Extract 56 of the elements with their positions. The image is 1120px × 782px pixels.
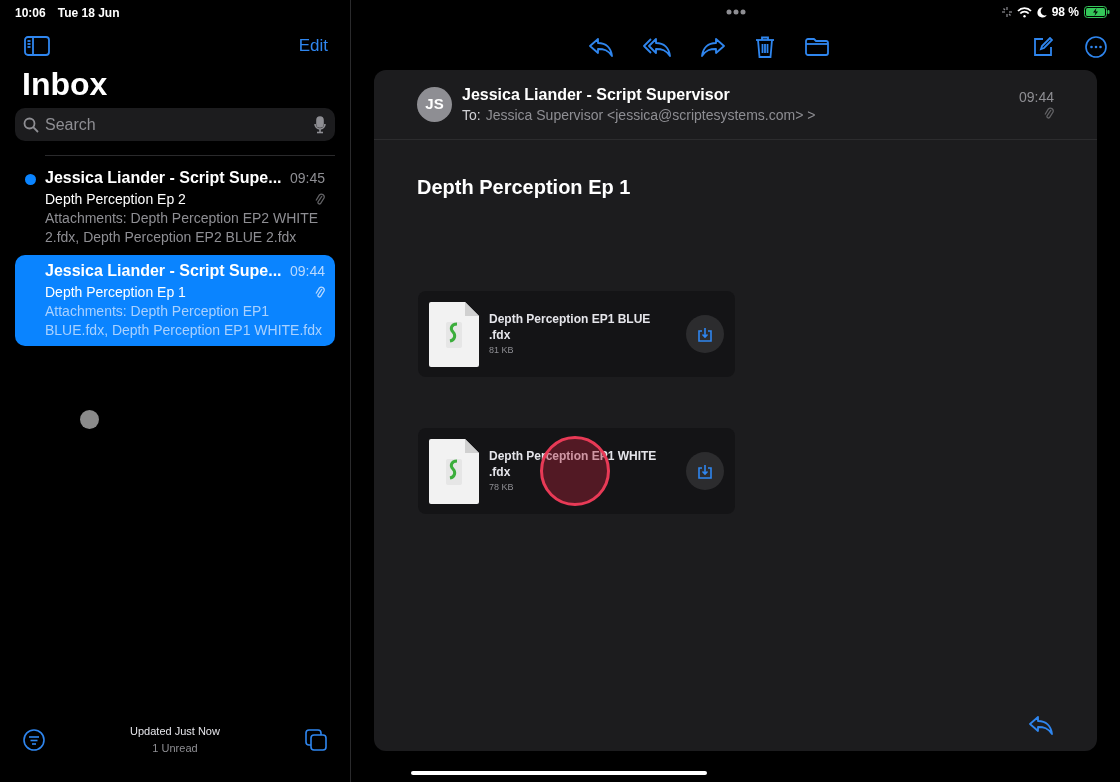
folder-icon[interactable] — [804, 37, 829, 56]
reply-icon[interactable] — [588, 36, 613, 57]
message-subject: Depth Perception Ep 1 — [45, 283, 186, 302]
document-icon — [429, 438, 479, 504]
forward-icon[interactable] — [700, 36, 725, 57]
unread-count: 1 Unread — [152, 740, 198, 756]
microphone-icon[interactable] — [314, 116, 326, 134]
sender-name: Jessica Liander - Script Supervisor — [462, 85, 731, 105]
touch-indicator — [80, 410, 99, 429]
filter-icon[interactable] — [23, 728, 45, 751]
more-options-icon[interactable] — [1085, 35, 1107, 58]
message-row[interactable]: Jessica Liander - Script Supe... 09:44 Depth Perception Ep 1 Attachments: Depth Perception EP1 BLUE.fdx, Depth Perception EP1 WHITE.fdx — [15, 255, 335, 346]
edit-button[interactable]: Edit — [298, 33, 328, 59]
battery-charging-icon — [1084, 6, 1110, 18]
paperclip-icon — [1044, 107, 1054, 120]
to-label: To: — [462, 106, 481, 125]
paperclip-icon — [315, 285, 325, 299]
message-preview: Attachments: Depth Perception EP2 WHITE 2.fdx, Depth Perception EP2 BLUE 2.fdx — [45, 209, 320, 247]
moon-icon — [1036, 6, 1047, 18]
recipient-address[interactable]: Jessica Supervisor <jessica@scriptesystems.com> > — [485, 105, 816, 125]
search-icon — [23, 117, 39, 133]
status-date: Tue 18 Jun — [57, 5, 120, 22]
inbox-title: Inbox — [21, 65, 109, 104]
message-time: 09:45 — [289, 169, 325, 188]
activity-icon — [1001, 7, 1012, 17]
stacked-windows-icon[interactable] — [305, 728, 327, 751]
document-icon — [429, 301, 479, 367]
download-button[interactable] — [686, 315, 724, 353]
message-preview: Attachments: Depth Perception EP1 BLUE.fdx, Depth Perception EP1 WHITE.fdx — [45, 302, 323, 340]
attachment-size: 81 KB — [489, 344, 515, 357]
status-time: 10:06 — [15, 5, 46, 22]
reply-icon[interactable] — [1029, 715, 1053, 735]
sidebar-icon[interactable] — [24, 36, 50, 56]
search-field[interactable]: Search — [15, 108, 335, 141]
sender-name: Jessica Liander - Script Supe... — [45, 261, 282, 281]
message-row[interactable]: Jessica Liander - Script Supe... 09:45 Depth Perception Ep 2 Attachments: Depth Perception EP2 WHITE 2.fdx, Depth Perception EP2 BLUE 2.fdx — [15, 162, 335, 253]
download-icon — [698, 463, 712, 479]
trash-icon[interactable] — [754, 35, 775, 58]
avatar: JS — [417, 87, 452, 122]
attachment-card[interactable]: Depth Perception EP1 BLUE .fdx 81 KB — [418, 291, 735, 377]
battery-percentage: 98 % — [1051, 4, 1079, 21]
update-status: Updated Just Now — [130, 724, 220, 739]
download-button[interactable] — [686, 452, 724, 490]
message-subject: Depth Perception Ep 1 — [416, 175, 632, 200]
attachment-size: 78 KB — [489, 481, 515, 494]
message-subject: Depth Perception Ep 2 — [45, 190, 186, 209]
reply-all-icon[interactable] — [642, 36, 671, 57]
wifi-icon — [1016, 6, 1032, 18]
download-icon — [698, 326, 712, 342]
more-dots-icon[interactable] — [725, 9, 746, 15]
paperclip-icon — [315, 192, 325, 206]
message-time: 09:44 — [289, 262, 325, 281]
compose-icon[interactable] — [1033, 36, 1053, 57]
sender-name: Jessica Liander - Script Supe... — [45, 168, 282, 188]
message-time: 09:44 — [1018, 88, 1054, 107]
attachment-name: Depth Perception EP1 BLUE .fdx — [489, 311, 652, 343]
